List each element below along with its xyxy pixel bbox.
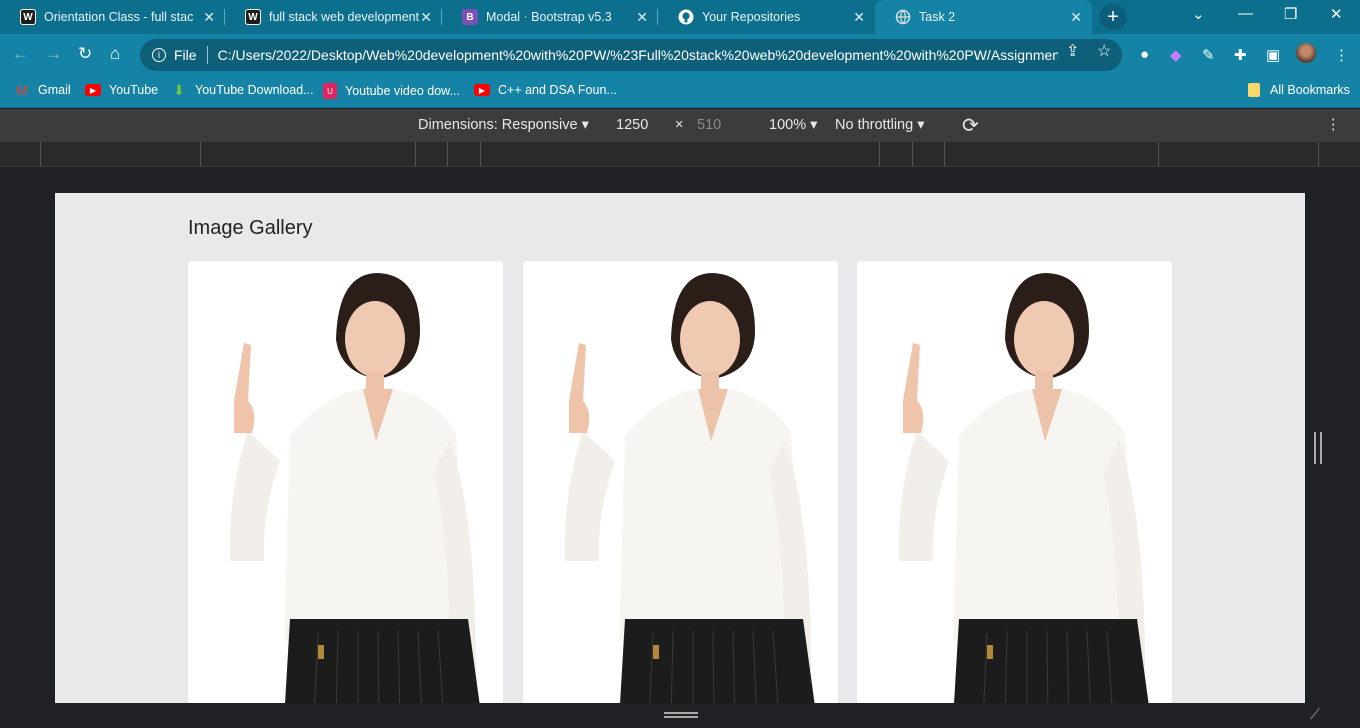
bookmark-cpp-dsa[interactable]: ▶ C++ and DSA Foun...	[474, 83, 617, 97]
scheme-label: File	[174, 47, 197, 63]
reload-icon[interactable]: ↻	[78, 44, 92, 64]
bookmark-gmail[interactable]: M Gmail	[14, 82, 71, 98]
device-stage: Image Gallery	[0, 167, 1360, 728]
youtube-icon: ▶	[474, 84, 490, 96]
bookmark-label: Gmail	[38, 83, 71, 97]
bookmark-youtube[interactable]: ▶ YouTube	[85, 83, 158, 97]
url-text[interactable]: C:/Users/2022/Desktop/Web%20development%…	[218, 47, 1058, 63]
tab-title: full stack web development	[269, 10, 419, 24]
viewport-resize-handle[interactable]	[1314, 432, 1322, 464]
extension-icon[interactable]: ◆	[1170, 46, 1182, 64]
share-icon[interactable]: ⇪	[1066, 41, 1079, 61]
eyedropper-icon[interactable]: ✎	[1202, 46, 1215, 64]
close-icon[interactable]: ✕	[1070, 9, 1082, 26]
gallery-card	[857, 261, 1172, 703]
dimension-separator: ×	[675, 117, 684, 133]
download-icon: ⬇	[173, 81, 185, 98]
dimensions-dropdown[interactable]: Dimensions: Responsive ▾	[418, 117, 589, 133]
ruler-tick[interactable]	[1318, 142, 1319, 166]
home-icon[interactable]: ⌂	[110, 44, 120, 64]
ruler-tick[interactable]	[912, 142, 913, 166]
ruler-tick[interactable]	[480, 142, 481, 166]
menu-icon[interactable]: ⋮	[1334, 46, 1349, 64]
close-icon[interactable]: ✕	[420, 9, 432, 26]
page-viewport: Image Gallery	[55, 193, 1305, 703]
ruler-tick[interactable]	[415, 142, 416, 166]
corner-resize-icon[interactable]: ⟋	[1310, 706, 1320, 723]
tab-orientation-class[interactable]: W Orientation Class - full stack ✕	[0, 0, 225, 34]
ruler-tick[interactable]	[879, 142, 880, 166]
tab-task-2[interactable]: Task 2 ✕	[875, 0, 1092, 34]
browser-toolbar: ← → ↻ ⌂ i File C:/Users/2022/Desktop/Web…	[0, 34, 1360, 76]
height-input[interactable]: 510	[697, 117, 721, 133]
ruler-tick[interactable]	[40, 142, 41, 166]
puzzle-icon[interactable]: ✚	[1234, 46, 1247, 64]
ruler-tick[interactable]	[944, 142, 945, 166]
wordpress-icon: W	[20, 9, 36, 25]
close-icon[interactable]: ✕	[203, 9, 215, 26]
gallery-image	[898, 273, 1149, 703]
tab-title: Modal · Bootstrap v5.3	[486, 10, 612, 24]
divider	[206, 46, 208, 64]
bookmark-label: All Bookmarks	[1270, 83, 1350, 97]
info-icon[interactable]: i	[152, 48, 166, 62]
youtube-icon: ▶	[85, 84, 101, 96]
minimize-icon[interactable]: —	[1238, 5, 1253, 22]
ruler-tick[interactable]	[447, 142, 448, 166]
zoom-dropdown[interactable]: 100% ▾	[769, 117, 817, 133]
wordpress-icon: W	[245, 9, 261, 25]
tab-full-stack[interactable]: W full stack web development ✕	[225, 0, 442, 34]
bookmark-all-bookmarks[interactable]: All Bookmarks	[1248, 83, 1350, 97]
extension-icon[interactable]: ●	[1140, 46, 1149, 63]
bookmark-label: C++ and DSA Foun...	[498, 83, 617, 97]
device-toolbar: Dimensions: Responsive ▾ 1250 × 510 100%…	[0, 109, 1360, 142]
gallery-image	[564, 273, 815, 703]
gallery-card	[523, 261, 838, 703]
throttling-dropdown[interactable]: No throttling ▾	[835, 117, 925, 133]
gallery-image	[229, 273, 480, 703]
bookmark-label: YouTube Download...	[195, 83, 314, 97]
gmail-icon: M	[16, 82, 28, 98]
bookmark-label: Youtube video dow...	[345, 84, 460, 98]
forward-icon[interactable]: →	[45, 44, 62, 64]
folder-icon	[1248, 83, 1260, 97]
bookmark-youtube-video-dow[interactable]: U Youtube video dow...	[323, 83, 460, 99]
width-input[interactable]: 1250	[616, 117, 648, 133]
ruler-tick[interactable]	[1158, 142, 1159, 166]
more-options-icon[interactable]: ⋮	[1326, 117, 1341, 133]
bookmark-star-icon[interactable]: ☆	[1097, 41, 1111, 61]
gallery-card	[188, 261, 503, 703]
tab-title: Your Repositories	[702, 10, 801, 24]
media-query-ruler	[0, 142, 1360, 167]
bookmark-youtube-download[interactable]: ⬇ YouTube Download...	[171, 81, 314, 98]
new-tab-button[interactable]: +	[1099, 4, 1127, 30]
tab-bootstrap-modal[interactable]: B Modal · Bootstrap v5.3 ✕	[442, 0, 658, 34]
tab-title: Orientation Class - full stack	[44, 10, 194, 24]
tab-strip: W Orientation Class - full stack ✕ W ful…	[0, 0, 1360, 34]
ruler-tick[interactable]	[200, 142, 201, 166]
tab-title: Task 2	[919, 10, 956, 24]
address-bar[interactable]: i File C:/Users/2022/Desktop/Web%20devel…	[140, 39, 1122, 71]
page-title: Image Gallery	[188, 217, 313, 239]
bookmarks-bar: M Gmail ▶ YouTube ⬇ YouTube Download... …	[0, 76, 1360, 108]
github-icon	[678, 9, 694, 25]
back-icon[interactable]: ←	[12, 44, 29, 64]
globe-icon	[895, 9, 911, 25]
window-close-icon[interactable]: ✕	[1330, 5, 1343, 23]
rotate-icon[interactable]: ⟳	[962, 113, 979, 138]
tab-your-repositories[interactable]: Your Repositories ✕	[658, 0, 875, 34]
bookmark-label: YouTube	[109, 83, 159, 97]
bootstrap-icon: B	[462, 9, 478, 25]
avatar[interactable]	[1296, 43, 1316, 63]
restore-icon[interactable]: ❐	[1284, 5, 1297, 23]
side-panel-icon[interactable]: ▣	[1266, 46, 1280, 64]
u-icon: U	[323, 83, 337, 99]
viewport-bottom-resize-handle[interactable]	[664, 712, 698, 718]
close-icon[interactable]: ✕	[853, 9, 865, 26]
tab-search-icon[interactable]: ⌄	[1192, 5, 1205, 23]
close-icon[interactable]: ✕	[636, 9, 648, 26]
